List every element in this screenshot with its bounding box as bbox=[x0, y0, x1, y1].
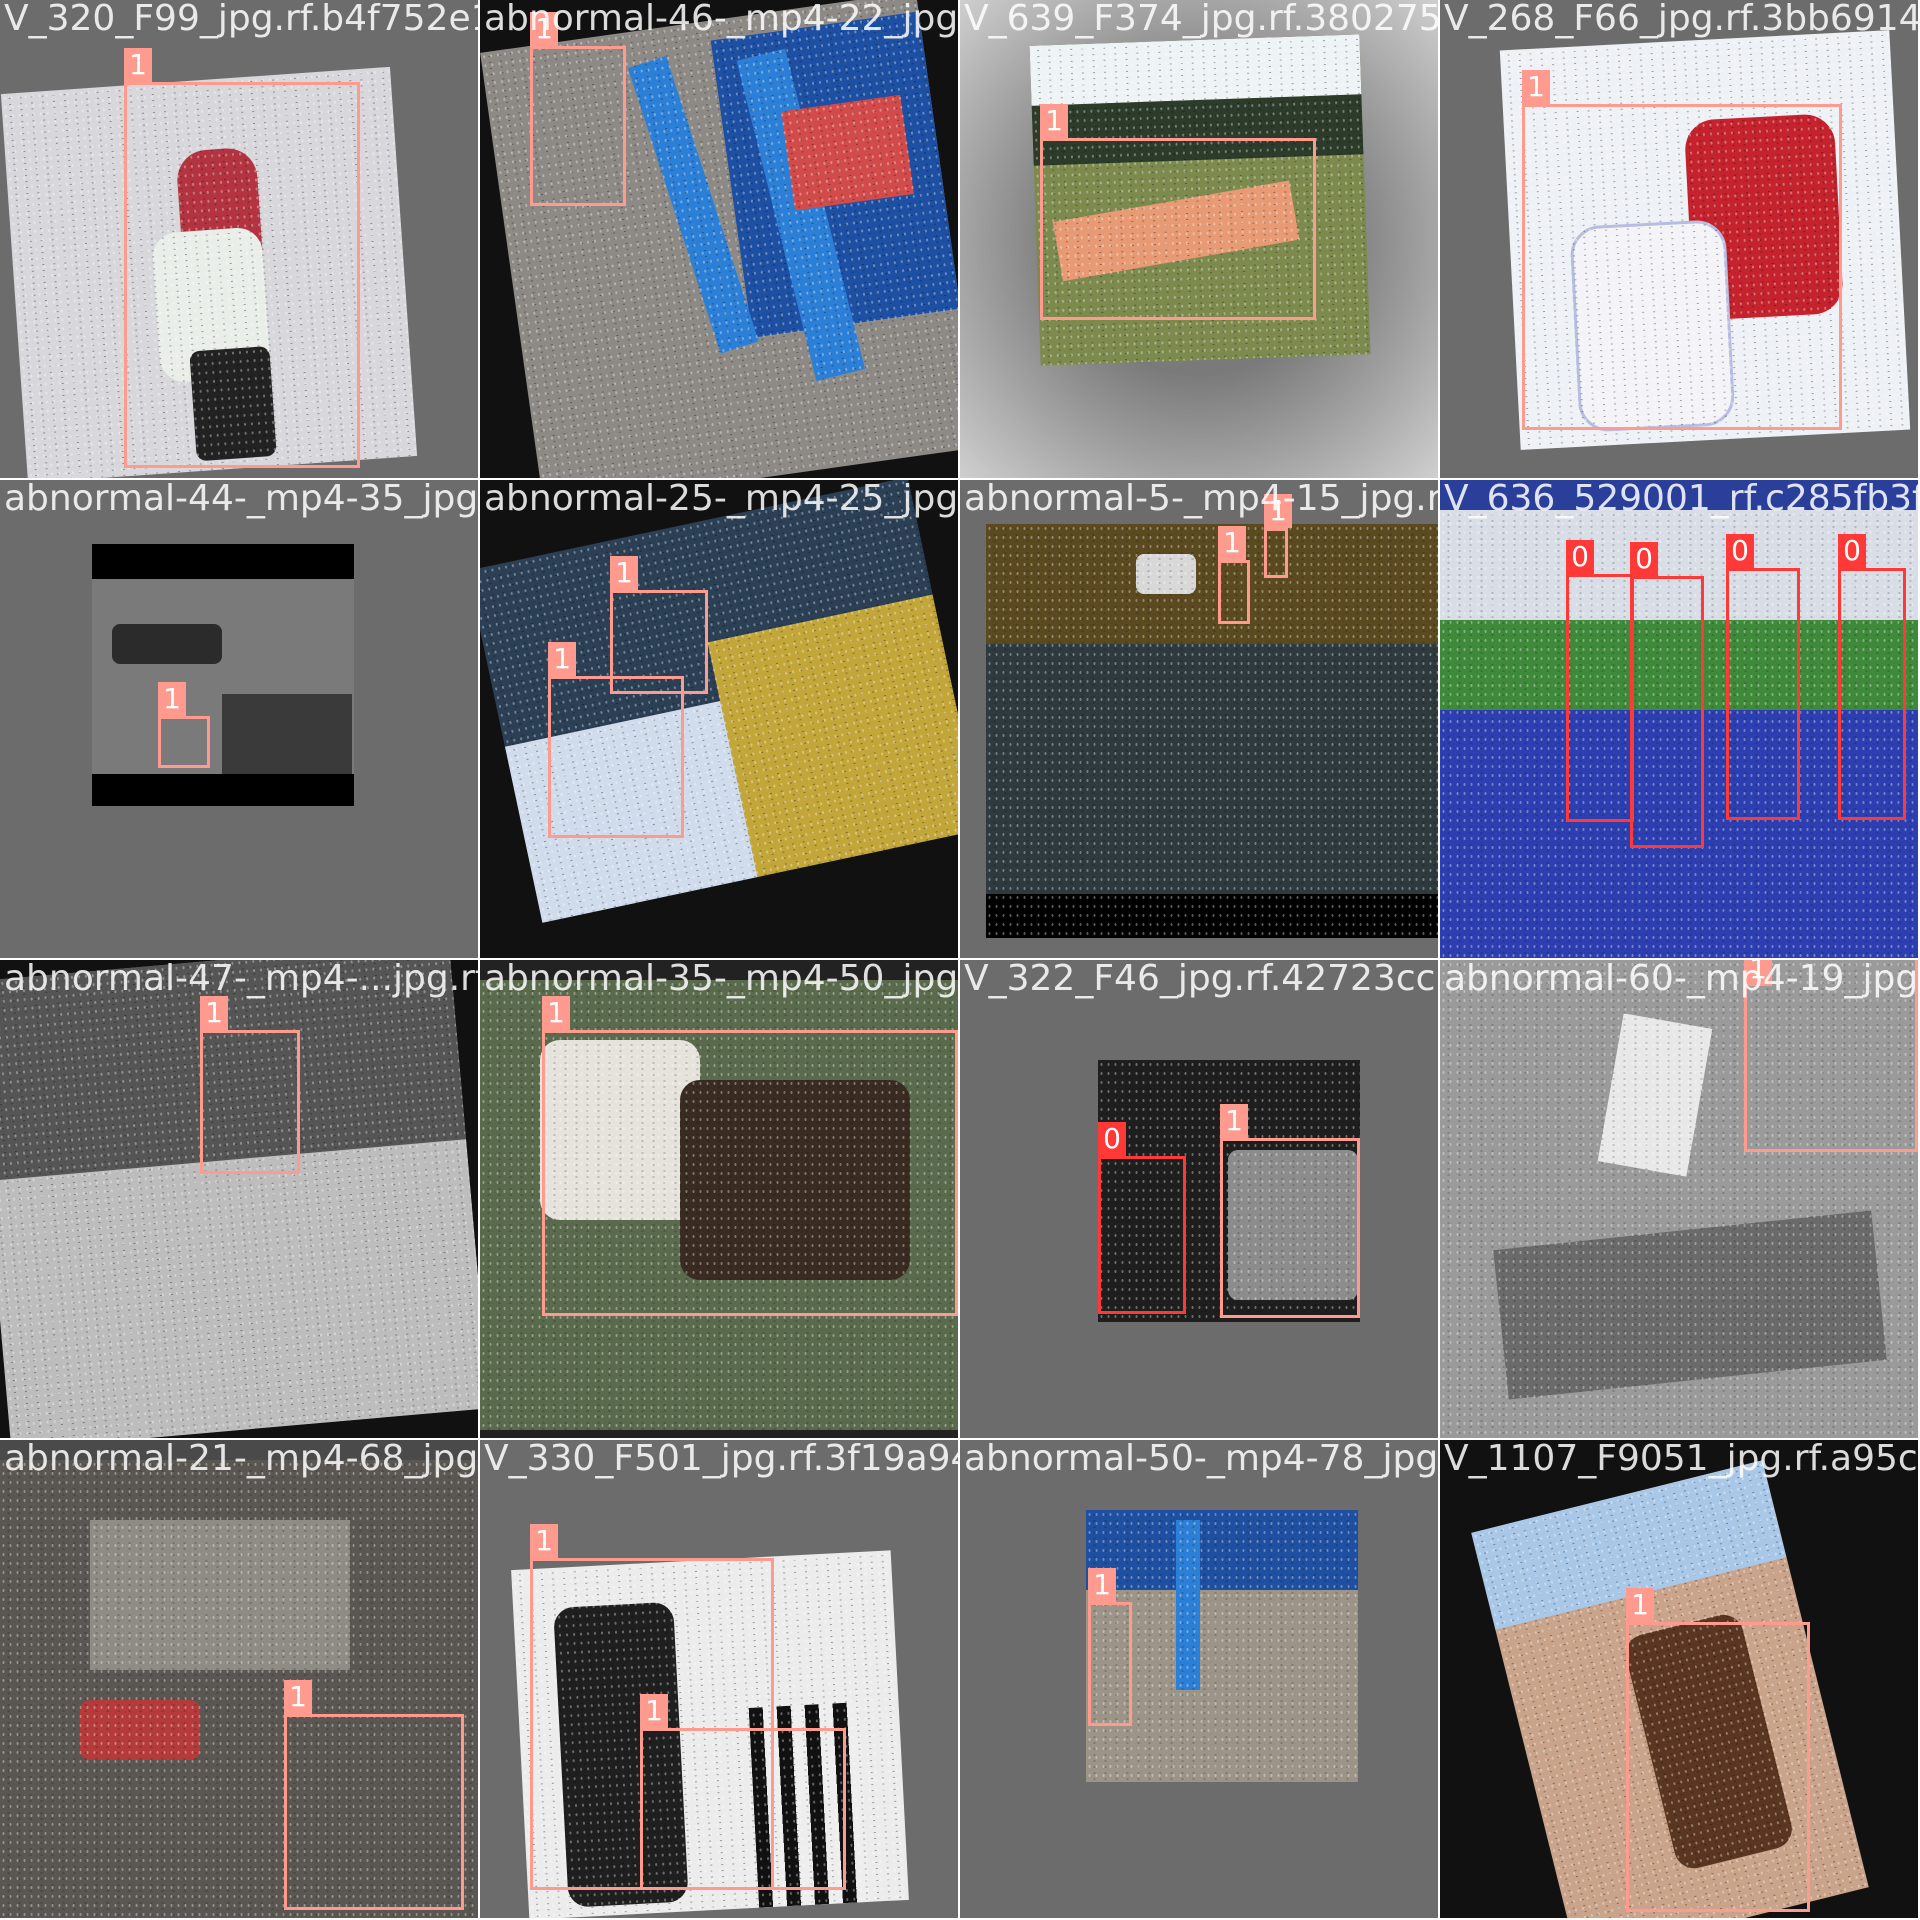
image-caption: abnormal-5-_mp4-15_jpg.rf.0a bbox=[964, 480, 1438, 519]
mosaic-tile: 1 abnormal-50-_mp4-78_jpg.rf bbox=[960, 1440, 1438, 1918]
tile-divider bbox=[958, 0, 960, 1920]
mosaic-tile: 1 1 abnormal-5-_mp4-15_jpg.rf.0a bbox=[960, 480, 1438, 958]
mosaic-tile: 0 1 V_322_F46_jpg.rf.42723ccb bbox=[960, 960, 1438, 1438]
detection-box: 1 bbox=[1626, 1588, 1810, 1912]
image-caption: V_330_F501_jpg.rf.3f19a9454 bbox=[484, 1440, 958, 1479]
detection-box: 1 bbox=[1040, 104, 1316, 320]
image-caption: abnormal-44-_mp4-35_jpg.rf bbox=[4, 480, 478, 519]
mosaic-tile: 1 abnormal-44-_mp4-35_jpg.rf bbox=[0, 480, 478, 958]
mosaic-tile: 1 1 abnormal-25-_mp4-25_jpg.rf.fa bbox=[480, 480, 958, 958]
image-caption: abnormal-50-_mp4-78_jpg.rf bbox=[964, 1440, 1438, 1479]
detection-box: 0 bbox=[1630, 542, 1704, 848]
mosaic-tile: 0 0 0 0 V_636_529001_rf.c285fb3f0 bbox=[1440, 480, 1918, 958]
image-caption: abnormal-47-_mp4-...jpg.rf bbox=[4, 960, 478, 999]
image-caption: abnormal-21-_mp4-68_jpg.rf bbox=[4, 1440, 478, 1479]
mosaic-grid: 1 V_320_F99_jpg.rf.b4f752e1f 1 abnormal-… bbox=[0, 0, 1920, 1920]
scene-image bbox=[986, 524, 1438, 938]
detection-box: 0 bbox=[1566, 540, 1634, 822]
tile-divider bbox=[1438, 0, 1440, 1920]
detection-box: 1 bbox=[1220, 1104, 1360, 1318]
detection-box: 1 bbox=[1264, 494, 1292, 578]
mosaic-tile: 1 abnormal-47-_mp4-...jpg.rf bbox=[0, 960, 478, 1438]
image-caption: V_322_F46_jpg.rf.42723ccb bbox=[964, 960, 1438, 999]
image-caption: V_320_F99_jpg.rf.b4f752e1f bbox=[4, 0, 478, 39]
image-caption: V_268_F66_jpg.rf.3bb69147 bbox=[1444, 0, 1918, 39]
tile-divider bbox=[478, 0, 480, 1920]
mosaic-tile: 1 V_639_F374_jpg.rf.380275a4fd bbox=[960, 0, 1438, 478]
image-caption: abnormal-25-_mp4-25_jpg.rf.fa bbox=[484, 480, 958, 519]
detection-box: 0 bbox=[1098, 1122, 1186, 1314]
image-caption: V_636_529001_rf.c285fb3f0 bbox=[1444, 480, 1918, 519]
image-caption: abnormal-35-_mp4-50_jpg.rf bbox=[484, 960, 958, 999]
mosaic-tile: 1 V_1107_F9051_jpg.rf.a95c2e5 bbox=[1440, 1440, 1918, 1918]
detection-box: 0 bbox=[1726, 534, 1800, 820]
detection-box: 1 bbox=[200, 996, 300, 1174]
mosaic-tile: 1 abnormal-35-_mp4-50_jpg.rf bbox=[480, 960, 958, 1438]
detection-box: 1 bbox=[1522, 70, 1842, 430]
detection-box: 1 bbox=[158, 682, 210, 768]
tile-divider bbox=[0, 1438, 1920, 1440]
detection-box: 1 bbox=[548, 642, 684, 838]
detection-box: 1 bbox=[1218, 526, 1250, 624]
mosaic-tile: 1 V_268_F66_jpg.rf.3bb69147 bbox=[1440, 0, 1918, 478]
detection-box: 1 bbox=[284, 1680, 464, 1910]
tile-divider bbox=[0, 478, 1920, 480]
mosaic-tile: 1 abnormal-21-_mp4-68_jpg.rf bbox=[0, 1440, 478, 1918]
detection-box: 1 bbox=[640, 1694, 846, 1890]
mosaic-tile: 1 abnormal-60-_mp4-19_jpg.rf bbox=[1440, 960, 1918, 1438]
image-caption: V_1107_F9051_jpg.rf.a95c2e5 bbox=[1444, 1440, 1918, 1479]
detection-box: 1 bbox=[542, 996, 958, 1316]
detection-box: 1 bbox=[124, 48, 360, 468]
tile-divider bbox=[0, 958, 1920, 960]
mosaic-tile: 1 V_320_F99_jpg.rf.b4f752e1f bbox=[0, 0, 478, 478]
detection-box: 0 bbox=[1838, 534, 1906, 820]
image-caption: abnormal-60-_mp4-19_jpg.rf bbox=[1444, 960, 1918, 999]
mosaic-tile: 1 abnormal-46-_mp4-22_jpg.rf.9bc3... bbox=[480, 0, 958, 478]
image-caption: V_639_F374_jpg.rf.380275a4fd bbox=[964, 0, 1438, 39]
scene-image bbox=[92, 544, 354, 806]
mosaic-tile: 1 1 V_330_F501_jpg.rf.3f19a9454 bbox=[480, 1440, 958, 1918]
image-caption: abnormal-46-_mp4-22_jpg.rf.9bc3... bbox=[484, 0, 958, 39]
detection-box: 1 bbox=[530, 12, 626, 206]
detection-box: 1 bbox=[1088, 1568, 1132, 1726]
